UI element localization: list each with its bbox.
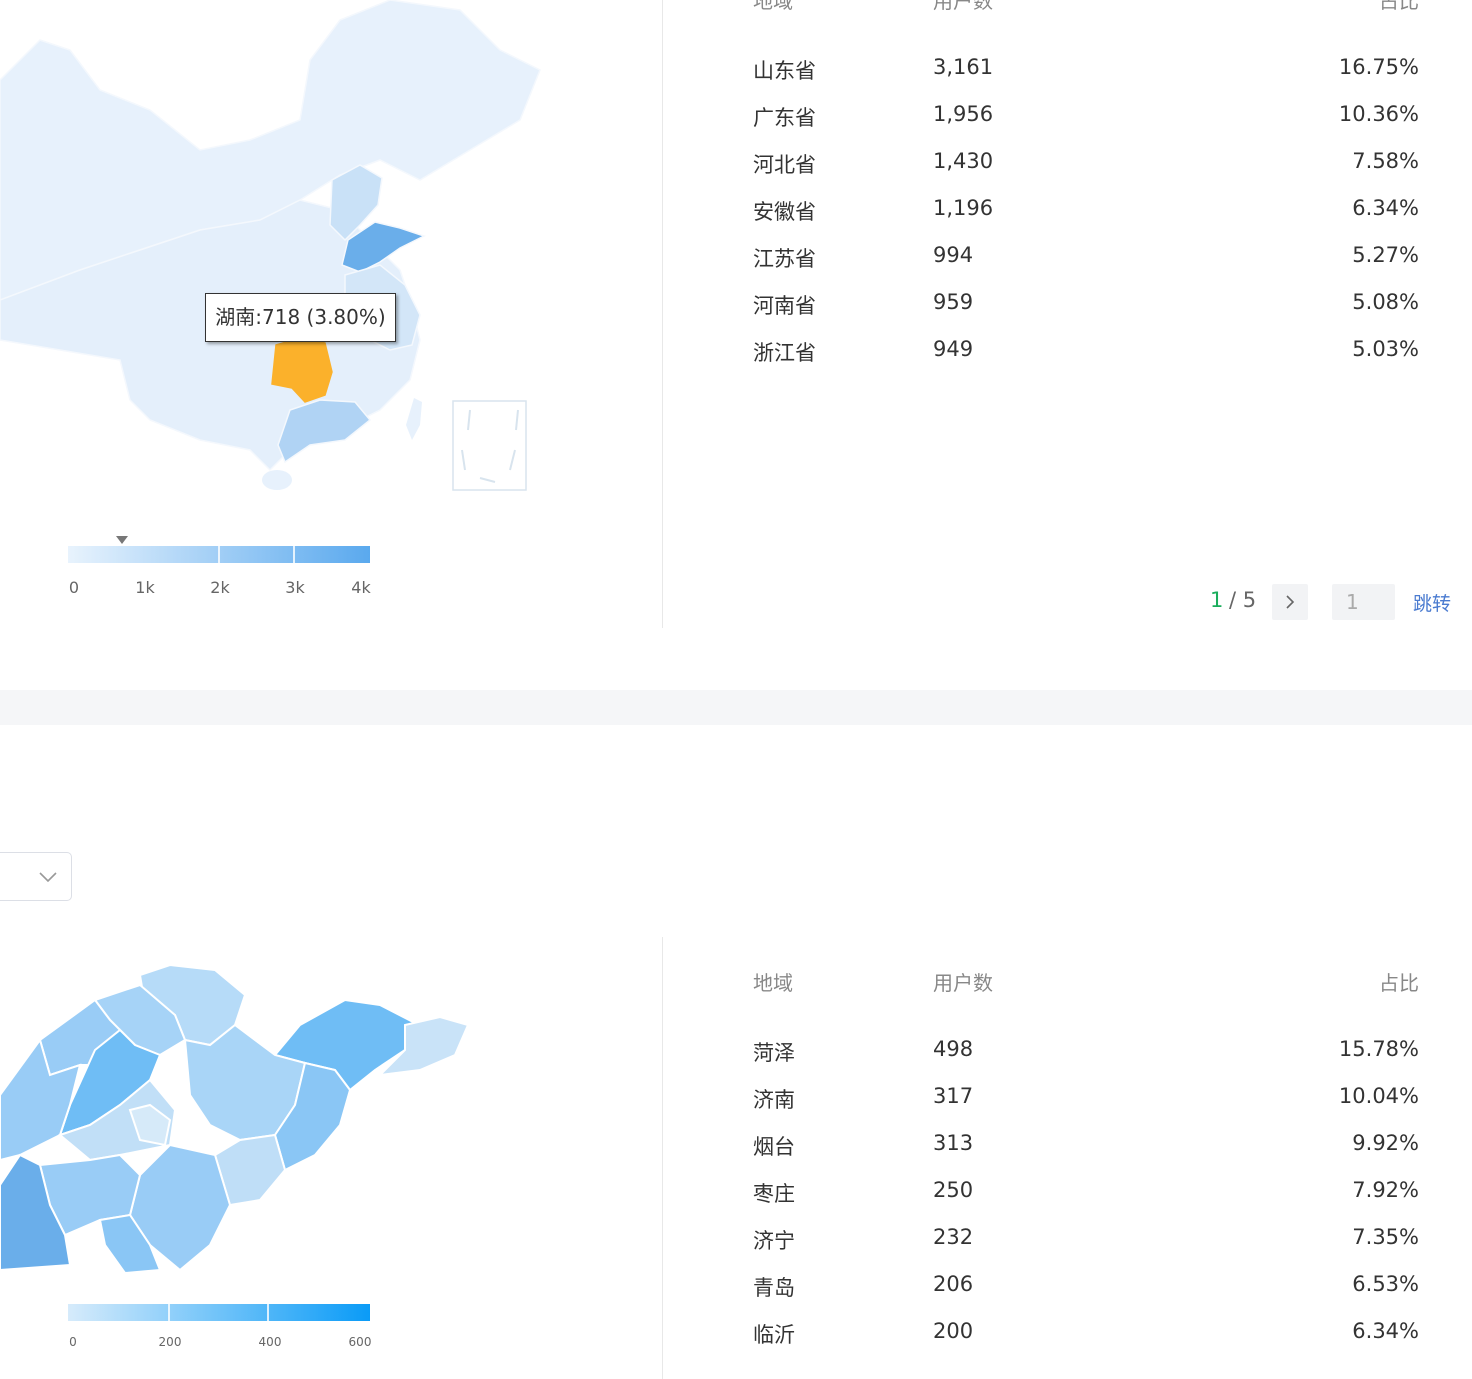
color-legend-bar bbox=[68, 546, 370, 563]
legend-label: 0 bbox=[68, 578, 80, 597]
legend-label: 400 bbox=[258, 1335, 282, 1349]
legend-tick bbox=[218, 546, 220, 563]
map-region-guangdong[interactable] bbox=[277, 399, 372, 464]
cell-share: 5.08% bbox=[1352, 290, 1419, 314]
legend-tick bbox=[267, 1304, 269, 1321]
legend-tick bbox=[168, 1304, 170, 1321]
cell-region: 安徽省 bbox=[753, 200, 816, 224]
cell-share: 6.34% bbox=[1352, 196, 1419, 220]
cell-region: 烟台 bbox=[753, 1135, 795, 1159]
cell-region: 菏泽 bbox=[753, 1041, 795, 1065]
province-select[interactable] bbox=[0, 852, 72, 901]
cell-share: 7.35% bbox=[1352, 1225, 1419, 1249]
table-row: 浙江省 949 5.03% bbox=[753, 337, 1419, 384]
table-row: 安徽省 1,196 6.34% bbox=[753, 196, 1419, 243]
cell-users: 959 bbox=[933, 290, 974, 314]
vertical-divider bbox=[662, 0, 663, 628]
cell-users: 206 bbox=[933, 1272, 974, 1296]
cell-region: 河南省 bbox=[753, 294, 816, 318]
cell-users: 1,956 bbox=[933, 102, 994, 126]
cell-share: 10.04% bbox=[1338, 1084, 1419, 1108]
cell-share: 10.36% bbox=[1338, 102, 1419, 126]
map-tooltip: 湖南:718 (3.80%) bbox=[205, 293, 396, 342]
cell-region: 河北省 bbox=[753, 153, 816, 177]
cell-users: 3,161 bbox=[933, 55, 994, 79]
chevron-right-icon bbox=[1286, 595, 1295, 609]
next-page-button[interactable] bbox=[1272, 584, 1308, 620]
pagination-total-pages: / 5 bbox=[1229, 588, 1257, 612]
table-row: 江苏省 994 5.27% bbox=[753, 243, 1419, 290]
page-jump-button[interactable]: 跳转 bbox=[1413, 589, 1451, 616]
table-row: 青岛 206 6.53% bbox=[753, 1272, 1419, 1319]
cell-share: 15.78% bbox=[1338, 1037, 1419, 1061]
cell-region: 山东省 bbox=[753, 59, 816, 83]
table-row: 济南 317 10.04% bbox=[753, 1084, 1419, 1131]
cell-region: 济宁 bbox=[753, 1229, 795, 1253]
table-header-region: 地域 bbox=[753, 971, 793, 995]
cell-users: 994 bbox=[933, 243, 974, 267]
table-row: 济宁 232 7.35% bbox=[753, 1225, 1419, 1272]
legend-label: 200 bbox=[158, 1335, 182, 1349]
cell-region: 枣庄 bbox=[753, 1182, 795, 1206]
map-region-hainan[interactable] bbox=[262, 470, 292, 490]
table-row: 山东省 3,161 16.75% bbox=[753, 55, 1419, 102]
legend-tick bbox=[293, 546, 295, 563]
cell-share: 6.34% bbox=[1352, 1319, 1419, 1343]
table-row: 临沂 200 6.34% bbox=[753, 1319, 1419, 1366]
legend-label: 0 bbox=[69, 1335, 77, 1349]
table-header-users: 用户数 bbox=[933, 0, 993, 13]
cell-region: 浙江省 bbox=[753, 341, 816, 365]
table-header-share: 占比 bbox=[1379, 0, 1419, 13]
page-jump-input[interactable]: 1 bbox=[1332, 584, 1395, 620]
table-row: 烟台 313 9.92% bbox=[753, 1131, 1419, 1178]
table-row: 广东省 1,956 10.36% bbox=[753, 102, 1419, 149]
legend-label: 2k bbox=[210, 578, 230, 597]
south-sea-inset bbox=[452, 400, 527, 491]
cell-share: 6.53% bbox=[1352, 1272, 1419, 1296]
section-gap bbox=[0, 690, 1472, 725]
cell-region: 江苏省 bbox=[753, 247, 816, 271]
vertical-divider bbox=[662, 937, 663, 1379]
legend-label: 600 bbox=[348, 1335, 372, 1349]
cell-region: 广东省 bbox=[753, 106, 816, 130]
legend-label: 3k bbox=[285, 578, 305, 597]
table-row: 枣庄 250 7.92% bbox=[753, 1178, 1419, 1225]
south-sea-dashes bbox=[461, 409, 519, 483]
cell-share: 5.27% bbox=[1352, 243, 1419, 267]
cell-share: 7.92% bbox=[1352, 1178, 1419, 1202]
table-row: 河南省 959 5.08% bbox=[753, 290, 1419, 337]
cell-users: 498 bbox=[933, 1037, 974, 1061]
cell-region: 济南 bbox=[753, 1088, 795, 1112]
legend-pointer bbox=[116, 536, 129, 544]
map-region-taiwan[interactable] bbox=[406, 398, 422, 440]
cell-users: 949 bbox=[933, 337, 974, 361]
legend-label: 4k bbox=[351, 578, 371, 597]
cell-region: 临沂 bbox=[753, 1323, 795, 1347]
cell-share: 7.58% bbox=[1352, 149, 1419, 173]
cell-region: 青岛 bbox=[753, 1276, 795, 1300]
table-header-region: 地域 bbox=[753, 0, 793, 13]
table-header-users: 用户数 bbox=[933, 971, 993, 995]
pagination-current-page: 1 bbox=[1210, 588, 1224, 612]
chevron-down-icon bbox=[39, 872, 57, 883]
color-legend-bar bbox=[68, 1304, 370, 1321]
cell-share: 5.03% bbox=[1352, 337, 1419, 361]
shandong-map bbox=[0, 963, 470, 1275]
cell-users: 200 bbox=[933, 1319, 974, 1343]
cell-share: 16.75% bbox=[1338, 55, 1419, 79]
cell-share: 9.92% bbox=[1352, 1131, 1419, 1155]
table-header-share: 占比 bbox=[1379, 971, 1419, 995]
table-row: 菏泽 498 15.78% bbox=[753, 1037, 1419, 1084]
cell-users: 317 bbox=[933, 1084, 974, 1108]
cell-users: 1,430 bbox=[933, 149, 994, 173]
table-row: 河北省 1,430 7.58% bbox=[753, 149, 1419, 196]
china-map bbox=[0, 0, 541, 491]
province-distribution-panel: 湖南:718 (3.80%) 0 1k 2k 3k 4k 地域 用户数 占比 山… bbox=[0, 0, 1472, 690]
cell-users: 1,196 bbox=[933, 196, 994, 220]
legend-label: 1k bbox=[135, 578, 155, 597]
cell-users: 250 bbox=[933, 1178, 974, 1202]
cell-users: 232 bbox=[933, 1225, 974, 1249]
cell-users: 313 bbox=[933, 1131, 974, 1155]
